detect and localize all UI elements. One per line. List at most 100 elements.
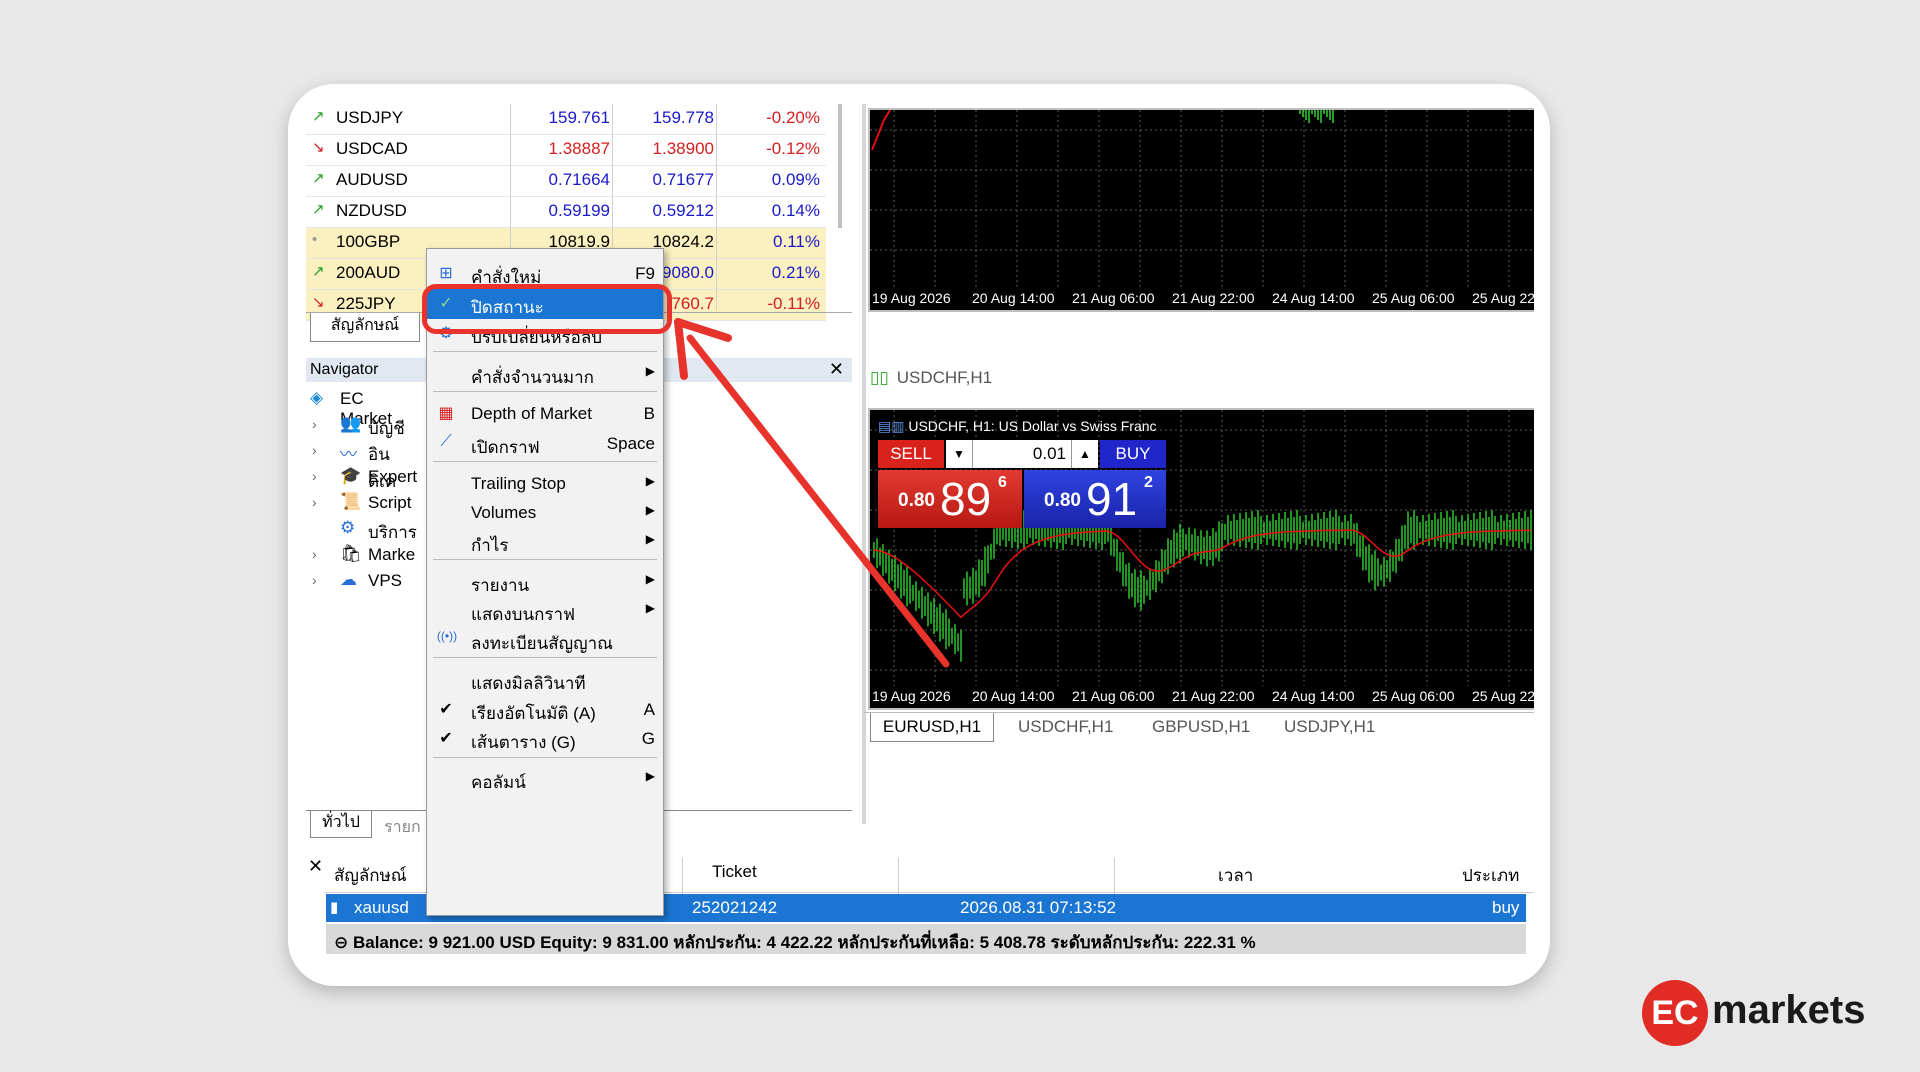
volume-down-icon[interactable]: ▼ <box>946 440 973 468</box>
chart-top[interactable]: 19 Aug 2026 20 Aug 14:00 21 Aug 06:00 21… <box>868 108 1534 312</box>
menu-item-auto-arrange[interactable]: ✔ เรียงอัตโนมัติ (A) A <box>427 695 663 725</box>
broker-logo-icon: ◈ <box>310 388 324 407</box>
depth-of-market-icon: ▦ <box>438 405 454 422</box>
tab-general[interactable]: ทั่วไป <box>310 811 372 838</box>
menu-item-label: รายงาน <box>471 576 530 595</box>
navigator-item-label: VPS <box>368 571 403 590</box>
tab-usdjpy[interactable]: USDJPY,H1 <box>1284 717 1375 737</box>
chart-top-canvas <box>870 109 1534 288</box>
symbol-name: NZDUSD <box>336 201 407 220</box>
tab-usdchf[interactable]: USDCHF,H1 <box>1018 717 1113 737</box>
daily-change: 0.09% <box>771 170 820 189</box>
navigator-title: Navigator <box>310 361 379 378</box>
tab-gbpusd[interactable]: GBPUSD,H1 <box>1152 717 1250 737</box>
buy-price-button[interactable]: 0.80 91 2 <box>1024 470 1166 528</box>
volume-stepper[interactable]: ▼ 0.01 ▲ <box>946 440 1098 468</box>
chart-window-title[interactable]: ▯▯ USDCHF,H1 <box>870 368 992 388</box>
close-icon[interactable]: ✕ <box>829 357 844 381</box>
brand-name: markets <box>1712 988 1866 1032</box>
menu-item-bulk-orders[interactable]: คำสั่งจำนวนมาก ▶ <box>427 359 663 389</box>
sell-price-button[interactable]: 0.80 89 6 <box>878 470 1022 528</box>
trend-up-icon: ↗ <box>312 201 325 218</box>
symbol-name: USDJPY <box>336 108 404 127</box>
navigator-item-label: Script <box>368 493 412 512</box>
x-tick-label: 21 Aug 22:00 <box>1172 688 1255 704</box>
expand-chevron-icon[interactable]: › <box>312 442 317 458</box>
menu-item-label: เปิดกราฟ <box>471 438 540 457</box>
market-icon: 🛍 <box>340 544 362 563</box>
menu-item-grid[interactable]: ✔ เส้นตาราง (G) G <box>427 724 663 754</box>
buy-button[interactable]: BUY <box>1100 440 1166 468</box>
context-menu: ⊞ คำสั่งใหม่ F9 ✓ ปิดสถานะ ⚙ ปรับเปลี่ยน… <box>426 248 664 916</box>
bid-price: 1.38887 <box>548 139 610 158</box>
volume-up-icon[interactable]: ▲ <box>1071 440 1098 468</box>
expand-chevron-icon[interactable]: › <box>312 572 317 588</box>
x-tick-label: 19 Aug 2026 <box>872 290 951 306</box>
column-header-symbol[interactable]: สัญลักษณ์ <box>334 862 407 889</box>
expand-chevron-icon[interactable]: › <box>312 468 317 484</box>
menu-item-label: แสดงบนกราฟ <box>471 605 576 624</box>
market-watch-row[interactable]: ↘ USDCAD 1.38887 1.38900 -0.12% <box>306 135 826 166</box>
menu-item-depth-of-market[interactable]: ▦ Depth of Market B <box>427 399 663 429</box>
scripts-icon: 📜 <box>340 492 362 511</box>
tab-symbols[interactable]: สัญลักษณ์ <box>310 313 420 342</box>
menu-item-show-on-chart[interactable]: แสดงบนกราฟ ▶ <box>427 596 663 626</box>
trend-down-icon: ↘ <box>312 294 325 311</box>
daily-change: 0.11% <box>773 232 820 251</box>
menu-item-volumes[interactable]: Volumes ▶ <box>427 498 663 528</box>
navigator-item-label: บริการ <box>368 523 417 542</box>
market-watch-row[interactable]: ↗ USDJPY 159.761 159.778 -0.20% <box>306 104 826 135</box>
checkmark-icon: ✔ <box>439 730 453 747</box>
menu-item-trailing-stop[interactable]: Trailing Stop ▶ <box>427 469 663 499</box>
menu-item-label: คำสั่งจำนวนมาก <box>471 368 594 387</box>
x-tick-label: 24 Aug 14:00 <box>1272 290 1355 306</box>
expand-chevron-icon[interactable]: › <box>312 546 317 562</box>
indicators-icon: 〰 <box>340 445 357 464</box>
chart-usdchf[interactable]: ▤▥ USDCHF, H1: US Dollar vs Swiss Franc … <box>868 408 1534 710</box>
symbol-name: AUDUSD <box>336 170 408 189</box>
bid-price: 0.71664 <box>548 170 610 189</box>
menu-item-columns[interactable]: คอลัมน์ ▶ <box>427 764 663 794</box>
menu-separator <box>433 461 657 462</box>
sell-button[interactable]: SELL <box>878 440 944 468</box>
expand-chevron-icon[interactable]: › <box>312 494 317 510</box>
menu-item-open-chart[interactable]: ⟋ เปิดกราฟ Space <box>427 429 663 459</box>
bid-price: 0.59199 <box>548 201 610 220</box>
chart-info-text: USDCHF, H1: US Dollar vs Swiss Franc <box>908 418 1157 434</box>
column-header-ticket[interactable]: Ticket <box>712 862 757 882</box>
chart-title-text: USDCHF,H1 <box>896 368 993 387</box>
submenu-arrow-icon: ▶ <box>645 503 655 517</box>
signal-icon: ((•)) <box>436 629 458 643</box>
moving-average-line <box>871 109 891 151</box>
balance-summary: ⊖ Balance: 9 921.00 USD Equity: 9 831.00… <box>334 933 1256 952</box>
market-watch-scrollbar[interactable] <box>838 104 842 228</box>
balance-row: ⊖ Balance: 9 921.00 USD Equity: 9 831.00… <box>326 924 1526 954</box>
menu-item-profit[interactable]: กำไร ▶ <box>427 527 663 557</box>
column-header-type[interactable]: ประเภท <box>1462 862 1519 889</box>
volume-input[interactable]: 0.01 <box>976 444 1066 464</box>
daily-change: -0.11% <box>767 294 820 313</box>
x-tick-label: 24 Aug 14:00 <box>1272 688 1355 704</box>
position-type: buy <box>1492 898 1520 917</box>
expand-chevron-icon[interactable]: › <box>312 416 317 432</box>
submenu-arrow-icon: ▶ <box>645 572 655 586</box>
close-icon[interactable]: ✕ <box>308 856 323 877</box>
one-click-trading: SELL ▼ 0.01 ▲ BUY 0.80 89 6 0.80 91 2 <box>878 440 1168 532</box>
highlight-ring <box>422 284 672 334</box>
trend-up-icon: ↗ <box>312 108 325 125</box>
checkmark-icon: ✔ <box>439 701 453 718</box>
menu-item-shortcut: A <box>643 700 655 719</box>
chart-info: ▤▥ USDCHF, H1: US Dollar vs Swiss Franc <box>878 418 1157 435</box>
menu-item-show-milliseconds[interactable]: แสดงมิลลิวินาที <box>427 665 663 695</box>
tab-eurusd[interactable]: EURUSD,H1 <box>870 713 994 742</box>
market-watch-row[interactable]: ↗ AUDUSD 0.71664 0.71677 0.09% <box>306 166 826 197</box>
buy-price-pips: 91 <box>1086 473 1138 525</box>
menu-item-label: แสดงมิลลิวินาที <box>471 674 586 693</box>
menu-separator <box>433 657 657 658</box>
tab-other[interactable]: รายก <box>384 815 421 840</box>
x-tick-label: 25 Aug 22 <box>1472 688 1534 704</box>
menu-item-report[interactable]: รายงาน ▶ <box>427 567 663 597</box>
market-watch-row[interactable]: ↗ NZDUSD 0.59199 0.59212 0.14% <box>306 197 826 228</box>
menu-item-register-signal[interactable]: ((•)) ลงทะเบียนสัญญาณ <box>427 625 663 655</box>
column-header-time[interactable]: เวลา <box>1218 862 1253 889</box>
